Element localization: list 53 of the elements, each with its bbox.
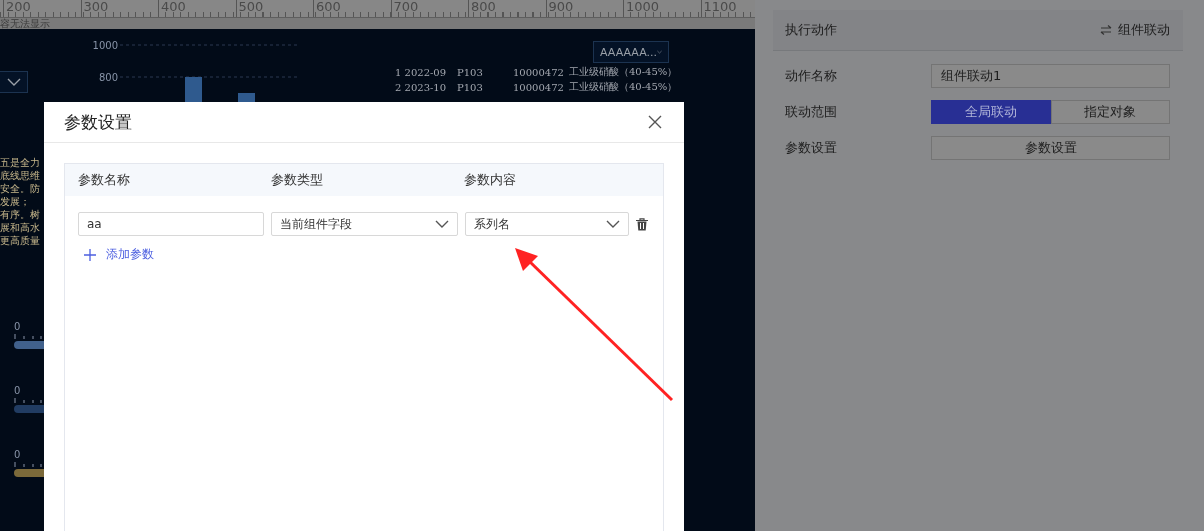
table-cell: 工业级硝酸（40-45%） [569, 65, 678, 79]
dropdown[interactable] [0, 71, 28, 93]
tick-marks-icon [14, 334, 42, 339]
chevron-icon [657, 48, 662, 56]
param-type-select[interactable]: 当前组件字段 [271, 212, 458, 236]
ruler-label: 300 [80, 0, 158, 17]
plus-icon [84, 248, 96, 261]
param-content-select[interactable]: 系列名 [465, 212, 629, 236]
table-cell-text: 2 2023-10 [395, 81, 448, 93]
gauge-label: 0 [14, 449, 22, 460]
ruler-label: 800 [468, 0, 546, 17]
swap-icon [1100, 25, 1112, 35]
name-field[interactable]: 组件联动1 [931, 64, 1170, 88]
dropdown[interactable]: AAAAAA... [593, 41, 669, 63]
chevron-icon [606, 220, 620, 228]
settings-button[interactable]: 参数设置 [931, 136, 1170, 160]
param-name-field[interactable]: aa [78, 212, 264, 236]
close-icon[interactable] [648, 115, 662, 129]
section-title: 执行动作 [785, 21, 837, 39]
ruler-label: 600 [313, 0, 391, 17]
dialog-title: 参数设置 [64, 110, 132, 134]
field-label: 参数设置 [785, 139, 838, 157]
table-cell-text: 1 2022-09 [395, 66, 448, 78]
field-label: 动作名称 [785, 67, 838, 85]
table-cell-text: 10000472 [513, 66, 565, 78]
scope-option[interactable]: 指定对象 [1050, 100, 1170, 124]
ruler-label: 400 [158, 0, 236, 17]
axis-label: 1000 [92, 40, 118, 51]
gauge-label: 0 [14, 385, 22, 396]
paragraph: 五是全力 底线思维 安全。防 发展； 有序。树 展和高水 更高质量 [0, 156, 41, 247]
column-header: 参数名称 [78, 171, 131, 189]
chevron-icon [7, 78, 21, 86]
add-param-link[interactable]: 添加参数 [84, 246, 154, 263]
ruler-label: 1000 [623, 0, 701, 17]
table-cell-text: P103 [457, 66, 484, 78]
ruler-label: 200 [3, 0, 81, 17]
table-cell-text: 10000472 [513, 81, 565, 93]
field-label: 联动范围 [785, 103, 838, 121]
ruler-label: 500 [235, 0, 313, 17]
chevron-icon [435, 220, 449, 228]
column-header: 参数类型 [271, 171, 324, 189]
action-type: 组件联动 [1118, 21, 1170, 39]
scope-option[interactable]: 全局联动 [931, 100, 1051, 124]
axis-label: 800 [98, 72, 118, 83]
ruler-label: 900 [545, 0, 623, 17]
column-header: 参数内容 [464, 171, 516, 189]
tick-marks-icon [14, 398, 42, 403]
table-cell-text: P103 [457, 81, 484, 93]
gauge-label: 0 [14, 321, 22, 332]
ruler-label: 700 [390, 0, 468, 17]
tick-marks-icon [14, 462, 42, 467]
trash-icon[interactable] [636, 217, 648, 231]
table-cell: 工业级硝酸（40-45%） [569, 80, 678, 94]
